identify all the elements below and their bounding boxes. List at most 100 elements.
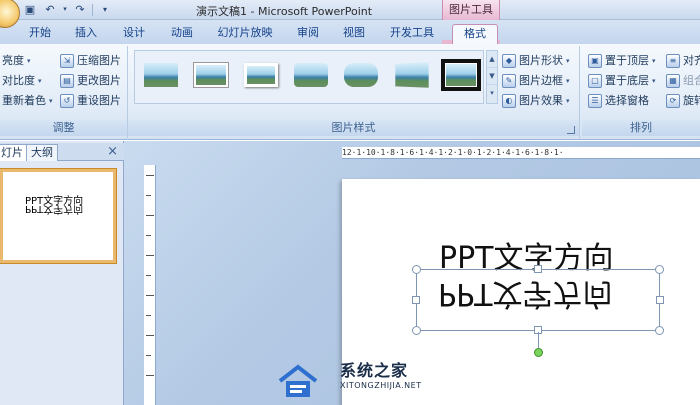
adjust-group-label: 调整 [0,120,127,136]
arrange-group: ▣ 置于顶层 ▾ ▢ 置于底层 ▾ ☰ 选择窗格 ≡ 对齐 ▦ 组合 ⟳ 旋转 … [582,46,700,138]
picture-style-5[interactable] [341,59,381,91]
quick-access-toolbar: ▣ ↶ ▾ ↷ ▾ [22,2,113,17]
reset-label: 重设图片 [77,94,121,107]
adjust-group: 亮度 ▾ 对比度 ▾ 重新着色 ▾ ⇲ 压缩图片 ▤ 更改图片 ↺ 重设图片 调… [0,46,128,138]
chevron-down-icon: ▾ [49,97,53,105]
chevron-down-icon: ▾ [566,57,570,65]
close-icon[interactable]: × [107,144,118,160]
resize-handle-tr[interactable] [655,265,664,274]
picture-style-3[interactable] [241,59,281,91]
picture-shape-label: 图片形状 [519,54,563,67]
picture-style-7[interactable] [441,59,481,91]
tab-design[interactable]: 设计 [114,24,154,44]
reset-picture-button[interactable]: ↺ 重设图片 [60,92,121,110]
tab-home[interactable]: 开始 [20,24,60,44]
brightness-label: 亮度 [2,54,24,67]
dialog-launcher-icon[interactable] [567,126,575,134]
resize-handle-br[interactable] [655,326,664,335]
shape-icon: ◆ [502,54,516,68]
tab-review[interactable]: 审阅 [288,24,328,44]
flipped-text[interactable]: PPT文字方向 [438,276,613,311]
bring-front-label: 置于顶层 [605,54,649,67]
resize-handle-bl[interactable] [412,326,421,335]
rotate-button[interactable]: ⟳ 旋转 [666,92,700,110]
picture-styles-label: 图片样式 [128,120,579,136]
send-back-label: 置于底层 [605,74,649,87]
watermark-en-text: XITONGZHIJIA.NET [340,381,422,390]
watermark: 系统之家 XITONGZHIJIA.NET [276,355,436,405]
redo-icon[interactable]: ↷ [72,2,88,17]
recolor-button[interactable]: 重新着色 ▾ [2,92,53,110]
align-icon: ≡ [666,54,680,68]
send-to-back-button[interactable]: ▢ 置于底层 ▾ [588,72,656,90]
chevron-down-icon: ▾ [566,77,570,85]
flipped-textbox[interactable]: PPT文字方向 [416,269,660,331]
tab-slideshow[interactable]: 幻灯片放映 [210,24,280,44]
picture-effects-label: 图片效果 [519,94,563,107]
horizontal-ruler: 12·1·10·1·8·1·6·1·4·1·2·1·0·1·2·1·4·1·6·… [342,147,700,159]
compress-label: 压缩图片 [77,54,121,67]
undo-dropdown-icon[interactable]: ▾ [62,2,68,17]
title-bar: ▣ ↶ ▾ ↷ ▾ 演示文稿1 - Microsoft PowerPoint 图… [0,0,700,28]
compress-icon: ⇲ [60,54,74,68]
picture-effects-button[interactable]: ◐ 图片效果 ▾ [502,92,570,110]
chevron-down-icon: ▾ [652,57,656,65]
change-picture-icon: ▤ [60,74,74,88]
slides-panel: 灯片 大纲 × PPT文字方向 PPT文字方向 [0,141,124,405]
bring-to-front-button[interactable]: ▣ 置于顶层 ▾ [588,52,656,70]
resize-handle-t[interactable] [534,265,542,273]
recolor-label: 重新着色 [2,94,46,107]
picture-style-4[interactable] [291,59,331,91]
customize-icon[interactable]: ▾ [97,2,113,17]
brightness-button[interactable]: 亮度 ▾ [2,52,31,70]
scroll-up-icon[interactable]: ▲ [487,51,497,68]
window-title: 演示文稿1 - Microsoft PowerPoint [196,5,373,18]
chevron-down-icon: ▾ [566,97,570,105]
slide-thumbnail[interactable]: PPT文字方向 PPT文字方向 [0,169,116,263]
rotate-icon: ⟳ [666,94,680,108]
watermark-cn-text: 系统之家 [340,361,409,380]
thumbnail-flipped-text: PPT文字方向 [25,203,84,214]
effects-icon: ◐ [502,94,516,108]
tab-slides[interactable]: 灯片 [0,144,28,161]
undo-icon[interactable]: ↶ [42,2,58,17]
save-icon[interactable]: ▣ [22,2,38,17]
panel-tabs: 灯片 大纲 × [0,143,124,161]
tab-animation[interactable]: 动画 [162,24,202,44]
group-icon: ▦ [666,74,680,88]
picture-style-gallery [134,50,484,104]
resize-handle-r[interactable] [656,296,664,304]
picture-shape-button[interactable]: ◆ 图片形状 ▾ [502,52,570,70]
tab-view[interactable]: 视图 [334,24,374,44]
selection-pane-button[interactable]: ☰ 选择窗格 [588,92,649,110]
contrast-button[interactable]: 对比度 ▾ [2,72,42,90]
chevron-down-icon: ▾ [38,77,42,85]
picture-tools-label: 图片工具 [442,0,500,20]
ribbon: 亮度 ▾ 对比度 ▾ 重新着色 ▾ ⇲ 压缩图片 ▤ 更改图片 ↺ 重设图片 调… [0,44,700,140]
scroll-down-icon[interactable]: ▼ [487,68,497,85]
compress-picture-button[interactable]: ⇲ 压缩图片 [60,52,121,70]
picture-style-6[interactable] [391,59,431,91]
tab-developer[interactable]: 开发工具 [384,24,440,44]
group-label: 组合 [683,74,700,87]
vertical-ruler [144,165,156,405]
gallery-more-icon[interactable]: ▾ [487,85,497,102]
change-label: 更改图片 [77,74,121,87]
tab-format[interactable]: 格式 [452,24,498,44]
gallery-scroll[interactable]: ▲ ▼ ▾ [486,50,498,104]
reset-icon: ↺ [60,94,74,108]
picture-style-1[interactable] [141,59,181,91]
resize-handle-tl[interactable] [412,265,421,274]
group-button[interactable]: ▦ 组合 [666,72,700,90]
resize-handle-l[interactable] [412,296,420,304]
rotation-handle[interactable] [534,348,543,357]
watermark-logo-icon [278,364,318,397]
contrast-label: 对比度 [2,74,35,87]
picture-border-label: 图片边框 [519,74,563,87]
change-picture-button[interactable]: ▤ 更改图片 [60,72,121,90]
picture-style-2[interactable] [191,59,231,91]
picture-border-button[interactable]: ✎ 图片边框 ▾ [502,72,570,90]
tab-insert[interactable]: 插入 [66,24,106,44]
align-button[interactable]: ≡ 对齐 [666,52,700,70]
tab-outline[interactable]: 大纲 [26,144,58,161]
